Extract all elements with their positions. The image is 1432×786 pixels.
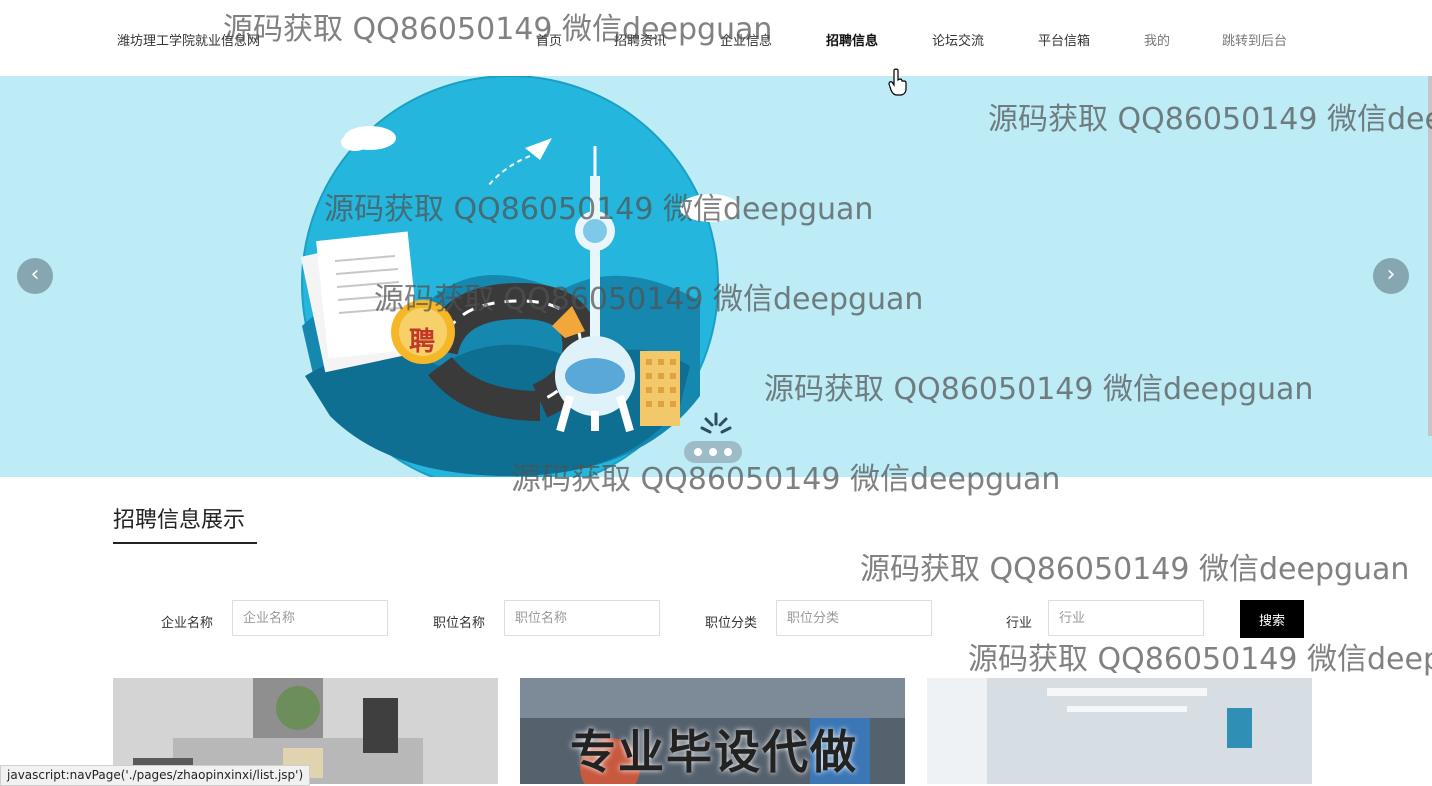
nav-admin[interactable]: 跳转到后台 [1222,30,1287,49]
industry-label: 行业 [1006,616,1033,631]
promo-overlay-text: 专业毕设代做 [570,725,858,779]
browser-status-bar: javascript:navPage('./pages/zhaopinxinxi… [0,765,311,786]
job-category-input[interactable] [776,600,932,636]
header: 潍坊理工学院就业信息网 首页 招聘资讯 企业信息 招聘信息 论坛交流 平台信箱 … [0,0,1432,76]
job-category-label: 职位分类 [705,616,758,631]
company-name-label: 企业名称 [161,616,214,631]
nav-mailbox[interactable]: 平台信箱 [1038,30,1090,49]
section-underline [113,542,257,544]
chevron-right-icon: › [1386,262,1396,287]
watermark: 源码获取 QQ86050149 微信deepguan [968,642,1432,677]
prev-slide-button[interactable]: ‹ [17,258,53,294]
nav-home[interactable]: 首页 [536,30,562,49]
banner-illustration [300,76,742,477]
job-title-label: 职位名称 [433,616,486,631]
watermark: 源码获取 QQ86050149 微信deepguan [860,552,1410,587]
job-title-input[interactable] [504,600,660,636]
section-title: 招聘信息展示 [113,508,246,533]
next-slide-button[interactable]: › [1373,258,1409,294]
page-scrollbar[interactable] [1428,76,1432,436]
hand-cursor-icon [888,68,907,96]
nav-recruit-news[interactable]: 招聘资讯 [614,30,666,49]
nav-job-info[interactable]: 招聘信息 [826,30,878,49]
badge-text: 聘 [409,327,436,357]
search-button[interactable]: 搜索 [1240,600,1304,638]
nav-my[interactable]: 我的 [1144,30,1170,49]
job-card[interactable]: 专业毕设代做 [520,678,905,784]
site-title[interactable]: 潍坊理工学院就业信息网 [117,30,260,49]
company-name-input[interactable] [232,600,388,636]
nav-company-info[interactable]: 企业信息 [720,30,772,49]
nav-forum[interactable]: 论坛交流 [932,30,984,49]
banner-carousel[interactable]: 聘 ‹ › [0,76,1432,477]
chevron-left-icon: ‹ [30,262,40,287]
industry-input[interactable] [1048,600,1204,636]
job-card[interactable] [927,678,1312,784]
office-image [927,678,1312,784]
